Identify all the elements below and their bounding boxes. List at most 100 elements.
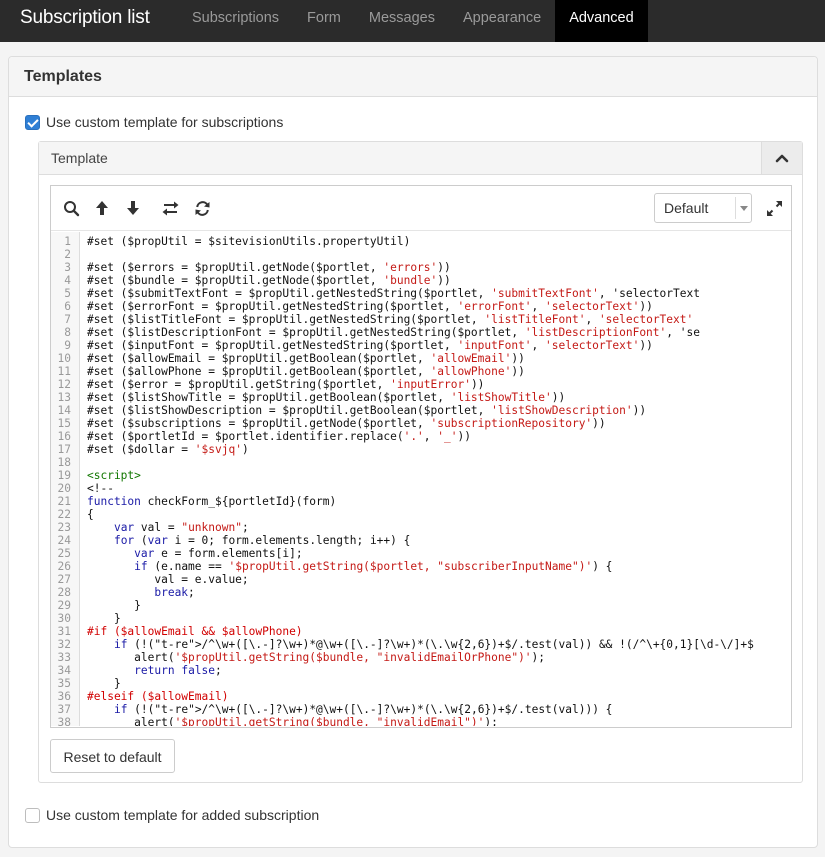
arrow-down-icon[interactable]	[124, 199, 142, 217]
tab-form[interactable]: Form	[293, 0, 355, 42]
custom-added-option[interactable]: Use custom template for added subscripti…	[25, 807, 319, 823]
line-number: 33	[57, 651, 71, 664]
code-line: 17 #set ($dollar = '$svjq')	[51, 443, 791, 456]
tab-messages[interactable]: Messages	[355, 0, 449, 42]
line-number: 4	[64, 274, 71, 287]
code-line: 19 <script>	[51, 469, 791, 482]
code-text: #set ($bundle = $propUtil.getNode($portl…	[87, 274, 451, 287]
line-number: 17	[57, 443, 71, 456]
code-line: 1 #set ($propUtil = $sitevisionUtils.prop…	[51, 235, 791, 248]
tab-appearance[interactable]: Appearance	[449, 0, 555, 42]
code-text: #set ($listShowTitle = $propUtil.getBool…	[87, 391, 566, 404]
refresh-icon[interactable]	[193, 199, 211, 217]
line-number: 27	[57, 573, 71, 586]
code-line: 22 {	[51, 508, 791, 521]
code-text: #set ($propUtil = $sitevisionUtils.prope…	[87, 235, 411, 248]
line-number: 37	[57, 703, 71, 716]
line-number: 34	[57, 664, 71, 677]
code-area[interactable]: 1 #set ($propUtil = $sitevisionUtils.prop…	[51, 232, 791, 726]
code-text: if (e.name == '$propUtil.getString($port…	[134, 560, 613, 573]
code-line: 20 <!--	[51, 482, 791, 495]
template-select-value: Default	[664, 200, 709, 216]
code-line: 27 val = e.value;	[51, 573, 791, 586]
line-number: 21	[57, 495, 71, 508]
code-text: #set ($inputFont = $propUtil.getNestedSt…	[87, 339, 653, 352]
search-icon[interactable]	[62, 199, 80, 217]
code-line: 2	[51, 248, 791, 261]
line-number: 2	[64, 248, 71, 261]
custom-subscriptions-option[interactable]: Use custom template for subscriptions	[25, 114, 283, 130]
line-number: 35	[57, 677, 71, 690]
code-line: 9 #set ($inputFont = $propUtil.getNestedS…	[51, 339, 791, 352]
code-line: 23 var val = "unknown";	[51, 521, 791, 534]
line-number: 19	[57, 469, 71, 482]
code-line: 12 #set ($error = $propUtil.getString($po…	[51, 378, 791, 391]
custom-subscriptions-checkbox[interactable]	[25, 114, 40, 130]
chevron-up-icon	[775, 154, 789, 163]
template-header-label: Template	[51, 150, 108, 166]
code-line: 8 #set ($listDescriptionFont = $propUtil.…	[51, 326, 791, 339]
code-text: }	[87, 612, 121, 625]
code-line: 33 alert('$propUtil.getString($bundle, "…	[51, 651, 791, 664]
code-line: 37 if (!("t-re">/^\w+([\.-]?\w+)*@\w+([\…	[51, 703, 791, 716]
code-text: alert('$propUtil.getString($bundle, "inv…	[87, 716, 498, 726]
code-line: 15 #set ($subscriptions = $propUtil.getNo…	[51, 417, 791, 430]
code-line: 38 alert('$propUtil.getString($bundle, "…	[51, 716, 791, 726]
code-line: 3 #set ($errors = $propUtil.getNode($port…	[51, 261, 791, 274]
line-number: 5	[64, 287, 71, 300]
code-line: 34 return false;	[51, 664, 791, 677]
code-text: #set ($listShowDescription = $propUtil.g…	[87, 404, 647, 417]
code-line: 4 #set ($bundle = $propUtil.getNode($port…	[51, 274, 791, 287]
code-text: alert('$propUtil.getString($bundle, "inv…	[87, 651, 546, 664]
code-line: 10 #set ($allowEmail = $propUtil.getBoole…	[51, 352, 791, 365]
code-line: 35 }	[51, 677, 791, 690]
tab-advanced[interactable]: Advanced	[555, 0, 648, 42]
code-text: var e = form.elements[i];	[134, 547, 303, 560]
top-nav: Subscription list Subscriptions Form Mes…	[0, 0, 825, 42]
code-line: 21 function checkForm_${portletId}(form)	[51, 495, 791, 508]
line-number: 23	[57, 521, 71, 534]
line-number: 7	[64, 313, 71, 326]
custom-added-checkbox[interactable]	[25, 807, 40, 823]
line-number: 22	[57, 508, 71, 521]
line-number: 6	[64, 300, 71, 313]
line-number: 8	[64, 326, 71, 339]
code-line: 11 #set ($allowPhone = $propUtil.getBoole…	[51, 365, 791, 378]
code-line: 30 }	[51, 612, 791, 625]
line-number: 1	[64, 235, 71, 248]
code-line: 16 #set ($portletId = $portlet.identifier…	[51, 430, 791, 443]
expand-icon[interactable]	[765, 199, 783, 217]
reset-to-default-button[interactable]: Reset to default	[50, 739, 175, 773]
line-number: 9	[64, 339, 71, 352]
tab-subscriptions[interactable]: Subscriptions	[178, 0, 293, 42]
code-text: #set ($listTitleFont = $propUtil.getNest…	[87, 313, 694, 326]
line-number: 18	[57, 456, 71, 469]
code-text: #set ($error = $propUtil.getString($port…	[87, 378, 485, 391]
code-line: 7 #set ($listTitleFont = $propUtil.getNes…	[51, 313, 791, 326]
line-number: 29	[57, 599, 71, 612]
code-line: 24 for (var i = 0; form.elements.length;…	[51, 534, 791, 547]
code-text: }	[87, 599, 141, 612]
code-text: #if ($allowEmail && $allowPhone)	[87, 625, 303, 638]
collapse-button[interactable]	[761, 142, 802, 174]
template-header: Template	[39, 142, 802, 175]
code-text: #set ($subscriptions = $propUtil.getNode…	[87, 417, 606, 430]
code-editor: Default 1 #set ($propUtil = $sitevisionU…	[50, 185, 792, 728]
line-number: 38	[57, 716, 71, 726]
code-line: 6 #set ($errorFont = $propUtil.getNestedS…	[51, 300, 791, 313]
template-select[interactable]: Default	[654, 193, 752, 223]
line-number: 24	[57, 534, 71, 547]
line-number: 30	[57, 612, 71, 625]
line-number: 3	[64, 261, 71, 274]
line-number: 12	[57, 378, 71, 391]
line-number: 32	[57, 638, 71, 651]
code-line: 18	[51, 456, 791, 469]
caret-down-icon	[735, 197, 751, 219]
arrow-up-icon[interactable]	[93, 199, 111, 217]
code-text: <!--	[87, 482, 114, 495]
code-text: {	[87, 508, 94, 521]
code-text: return false;	[134, 664, 222, 677]
code-line: 26 if (e.name == '$propUtil.getString($p…	[51, 560, 791, 573]
swap-icon[interactable]	[161, 199, 179, 217]
code-line: 28 break;	[51, 586, 791, 599]
